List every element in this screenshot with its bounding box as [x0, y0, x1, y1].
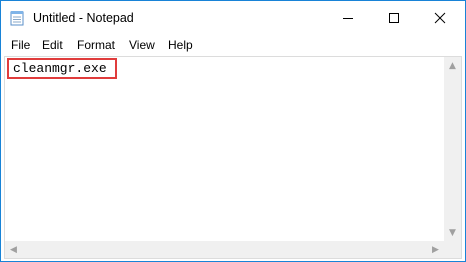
- notepad-icon: [10, 10, 25, 26]
- scroll-right-icon[interactable]: ▶: [427, 241, 444, 258]
- scroll-down-icon[interactable]: ▼: [444, 224, 461, 241]
- close-button[interactable]: [417, 1, 463, 35]
- scroll-up-icon[interactable]: ▲: [444, 57, 461, 74]
- maximize-button[interactable]: [371, 1, 417, 35]
- minimize-button[interactable]: [325, 1, 371, 35]
- horizontal-scrollbar[interactable]: ◀ ▶: [5, 241, 444, 258]
- menu-help[interactable]: Help: [168, 37, 193, 54]
- menu-bar: File Edit Format View Help: [1, 35, 465, 55]
- menu-edit[interactable]: Edit: [42, 37, 63, 54]
- vertical-scrollbar[interactable]: ▲ ▼: [444, 57, 461, 241]
- scrollbar-corner: [444, 241, 461, 258]
- editor-text[interactable]: cleanmgr.exe: [7, 58, 117, 79]
- close-icon: [434, 12, 446, 24]
- menu-view[interactable]: View: [129, 37, 155, 54]
- menu-format[interactable]: Format: [77, 37, 115, 54]
- notepad-window: Untitled - Notepad File Edit Format View…: [0, 0, 466, 262]
- maximize-icon: [389, 13, 399, 23]
- menu-file[interactable]: File: [11, 37, 30, 54]
- minimize-icon: [343, 18, 353, 19]
- scroll-left-icon[interactable]: ◀: [5, 241, 22, 258]
- title-bar[interactable]: Untitled - Notepad: [1, 1, 465, 35]
- window-title: Untitled - Notepad: [33, 11, 134, 25]
- text-editor[interactable]: cleanmgr.exe ▲ ▼ ◀ ▶: [4, 56, 462, 259]
